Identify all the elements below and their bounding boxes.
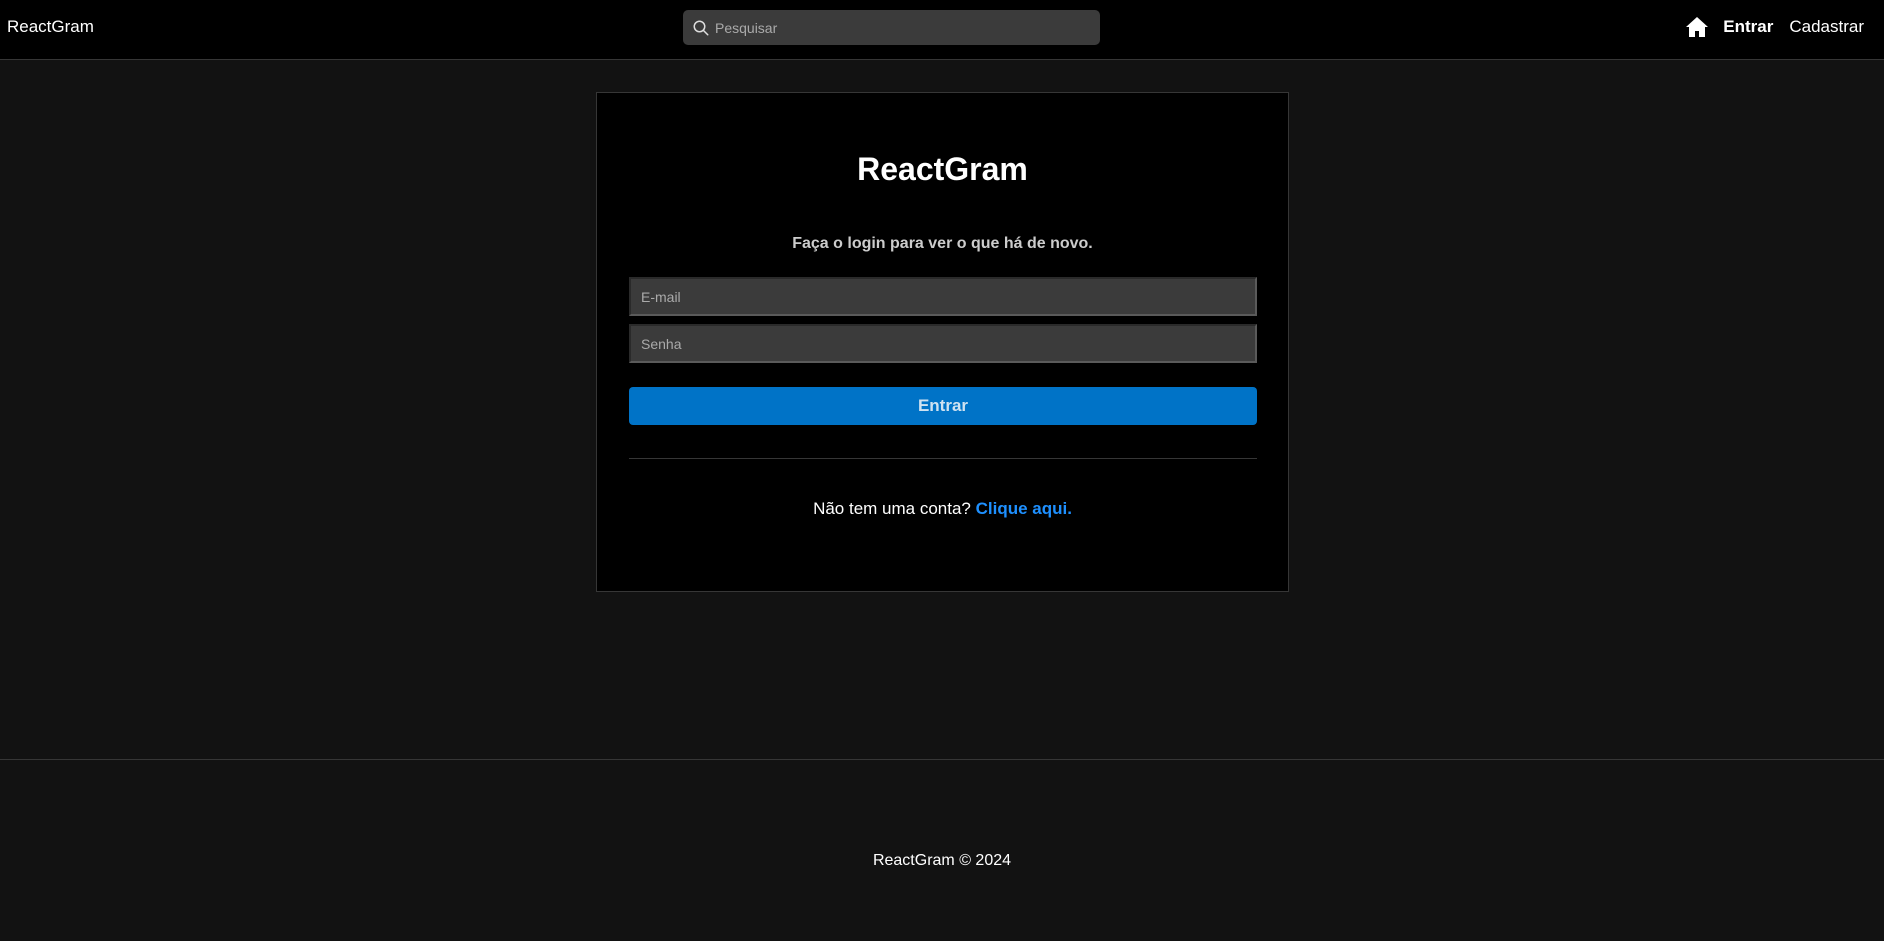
top-navbar: ReactGram Entrar Cadastrar (0, 0, 1884, 60)
login-title: ReactGram (857, 151, 1028, 187)
brand-link[interactable]: ReactGram (7, 17, 94, 37)
login-button[interactable]: Entrar (629, 387, 1257, 425)
password-field[interactable] (629, 324, 1257, 363)
signup-link[interactable]: Clique aqui. (976, 499, 1072, 518)
email-field[interactable] (629, 277, 1257, 316)
nav-login-link[interactable]: Entrar (1723, 16, 1773, 38)
search-input[interactable] (715, 10, 1095, 45)
footer: ReactGram © 2024 (0, 759, 1884, 941)
divider (629, 458, 1257, 459)
nav-register-link[interactable]: Cadastrar (1789, 16, 1864, 38)
home-icon[interactable] (1685, 15, 1709, 39)
search-box (683, 10, 1100, 45)
nav-links: Entrar Cadastrar (1685, 14, 1864, 40)
footer-text: ReactGram © 2024 (872, 852, 1012, 869)
login-card: ReactGram Faça o login para ver o que há… (596, 92, 1289, 592)
login-subtitle: Faça o login para ver o que há de novo. (792, 235, 1093, 252)
signup-prompt-text: Não tem uma conta? (813, 499, 976, 518)
signup-prompt: Não tem uma conta? Clique aqui. (597, 499, 1288, 519)
search-icon (693, 20, 709, 36)
